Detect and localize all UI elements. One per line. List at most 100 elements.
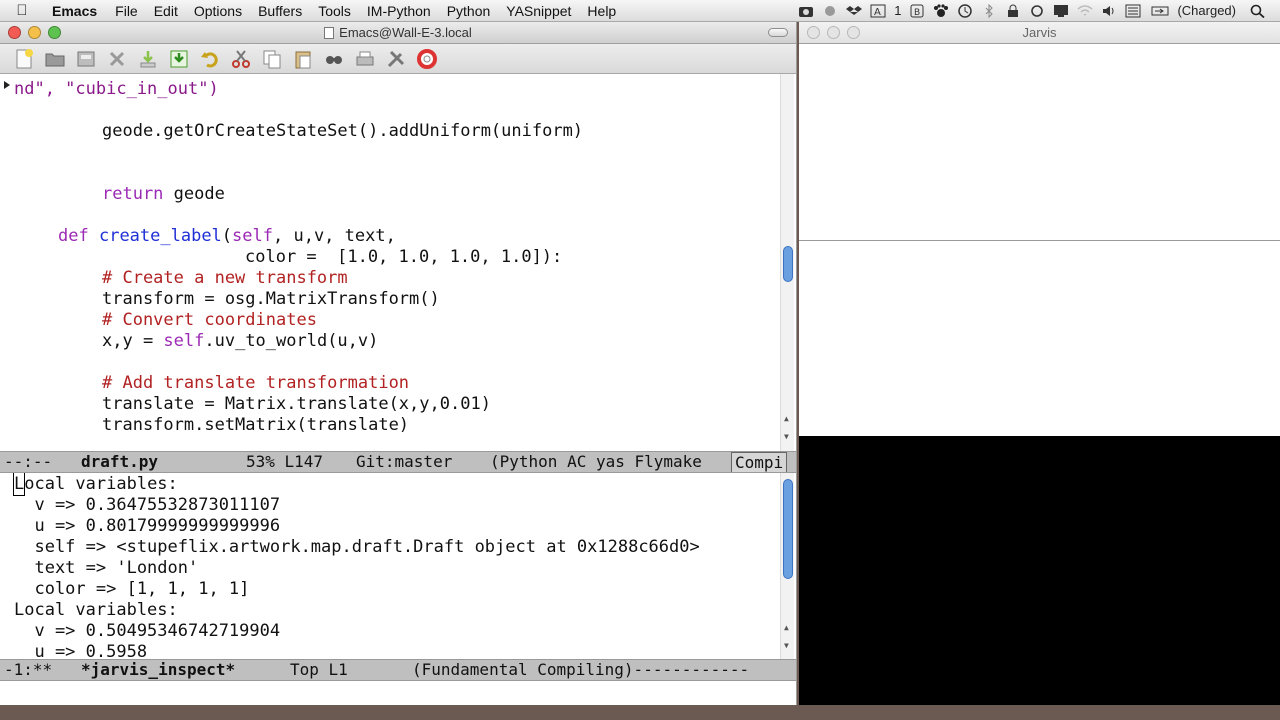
menu-app-emacs[interactable]: Emacs [44,3,107,19]
sync-icon[interactable] [1029,4,1045,18]
modeline-modes[interactable]: (Python AC yas Flymake [490,452,702,472]
minibuffer[interactable] [0,681,796,701]
cut-button[interactable] [228,47,254,71]
zoom-window-button[interactable] [847,26,860,39]
code-token: return [102,184,164,204]
emacs-window-title: Emacs@Wall-E-3.local [339,25,472,40]
code-line: transform = osg.MatrixTransform() [102,288,440,310]
close-buffer-icon [109,51,125,66]
modeline-compile-status[interactable]: Compi [731,452,788,472]
menu-file[interactable]: File [107,3,146,19]
jarvis-middle-panel[interactable] [799,242,1280,436]
code-token: ( [221,226,233,246]
jarvis-render-canvas[interactable] [799,436,1280,705]
emacs-titlebar[interactable]: Emacs@Wall-E-3.local [0,22,796,44]
menu-help[interactable]: Help [579,3,624,19]
code-scrollbar-thumb[interactable] [783,246,793,282]
apple-icon[interactable]:  [0,2,44,19]
inspect-lines[interactable]: Local variables: v => 0.3647553287301110… [0,473,776,659]
code-editor-pane[interactable]: nd", "cubic_in_out") geode.getOrCreateSt… [0,74,796,451]
emacs-window: Emacs@Wall-E-3.local nd", "cubic_in_out"… [0,22,797,705]
modeline-buffer-name[interactable]: *jarvis_inspect* [81,660,235,680]
jarvis-top-panel[interactable] [799,45,1280,241]
paw-icon[interactable] [933,3,949,18]
menu-tools[interactable]: Tools [310,3,359,19]
close-buffer-button[interactable] [104,47,130,71]
camera-icon[interactable] [798,4,814,18]
save-button[interactable] [135,47,161,71]
volume-icon[interactable] [1101,4,1117,18]
mode-line-draft[interactable]: --:-- draft.py 53% L147 Git:master (Pyth… [0,451,796,473]
search-button[interactable] [321,47,347,71]
help-button[interactable] [414,47,440,71]
toolbar-toggle-button[interactable] [768,28,788,37]
wifi-icon[interactable] [1077,4,1093,18]
time-machine-icon[interactable] [957,3,973,18]
save-as-button[interactable] [166,47,192,71]
code-scrollbar[interactable]: ▲ ▼ [780,74,794,451]
menu-options[interactable]: Options [186,3,250,19]
notification-count[interactable]: 1 [890,3,905,18]
emacs-toolbar [0,44,796,74]
menu-buffers[interactable]: Buffers [250,3,310,19]
mode-line-inspect[interactable]: -1:** *jarvis_inspect* Top L1 (Fundament… [0,659,796,681]
battery-icon[interactable] [1149,4,1169,18]
inspect-buffer-pane[interactable]: Local variables: v => 0.3647553287301110… [0,473,796,659]
adobe-icon[interactable]: A [870,4,886,18]
modeline-position: 53% L147 [246,452,324,471]
menu-yasnippet[interactable]: YASnippet [498,3,579,19]
code-line: # Convert coordinates [102,309,317,331]
copy-button[interactable] [259,47,285,71]
zoom-window-button[interactable] [48,26,61,39]
flag-icon[interactable] [1125,4,1141,18]
close-window-button[interactable] [807,26,820,39]
scroll-down-arrow[interactable]: ▼ [784,641,789,650]
lock-icon[interactable] [1005,4,1021,18]
code-line: translate = Matrix.translate(x,y,0.01) [102,393,491,415]
cloud-icon[interactable] [822,4,838,18]
preferences-icon [387,50,405,67]
scroll-up-arrow[interactable]: ▲ [784,623,789,632]
code-token: transform.setMatrix(translate) [102,415,410,435]
menu-bar:  Emacs File Edit Options Buffers Tools … [0,0,1280,22]
scroll-up-arrow[interactable]: ▲ [784,414,789,423]
open-file-button[interactable] [42,47,68,71]
jarvis-titlebar[interactable]: Jarvis [799,22,1280,44]
undo-button[interactable] [197,47,223,71]
inspect-line-text: ocal variables: [24,474,178,494]
bluetooth-b-icon[interactable]: B [909,4,925,18]
bluetooth-icon[interactable] [981,3,997,18]
close-window-button[interactable] [8,26,21,39]
display-icon[interactable] [1053,4,1069,18]
dired-button[interactable] [73,47,99,71]
menu-python[interactable]: Python [439,3,499,19]
modeline-vc[interactable]: Git:master [356,452,452,472]
paste-button[interactable] [290,47,316,71]
battery-status[interactable]: (Charged) [1173,3,1240,18]
new-file-button[interactable] [11,47,37,71]
inspect-scrollbar-thumb[interactable] [783,479,793,579]
modeline-buffer-name[interactable]: draft.py [81,452,158,472]
preferences-button[interactable] [383,47,409,71]
print-button[interactable] [352,47,378,71]
code-token: self [232,226,273,246]
modeline-state: -1:** [4,660,53,679]
minimize-window-button[interactable] [28,26,41,39]
inspect-scrollbar[interactable]: ▲ ▼ [780,473,794,659]
scroll-down-arrow[interactable]: ▼ [784,432,789,441]
code-line: # Create a new transform [102,267,348,289]
code-token: # Create a new transform [102,268,348,288]
code-line: transform.setMatrix(translate) [102,414,409,436]
modeline-modes[interactable]: (Fundamental Compiling)------------ [412,660,749,680]
dropbox-icon[interactable] [846,4,863,18]
menu-edit[interactable]: Edit [146,3,186,19]
code-token: geode [163,184,225,204]
menu-im-python[interactable]: IM-Python [359,3,439,19]
minimize-window-button[interactable] [827,26,840,39]
code-token: color = [1.0, 1.0, 1.0, 1.0]): [245,247,563,267]
spotlight-icon[interactable] [1250,4,1266,18]
inspect-line: text => 'London' [14,558,199,578]
code-lines[interactable]: nd", "cubic_in_out") geode.getOrCreateSt… [0,74,764,451]
code-line: nd", "cubic_in_out") [14,78,219,100]
